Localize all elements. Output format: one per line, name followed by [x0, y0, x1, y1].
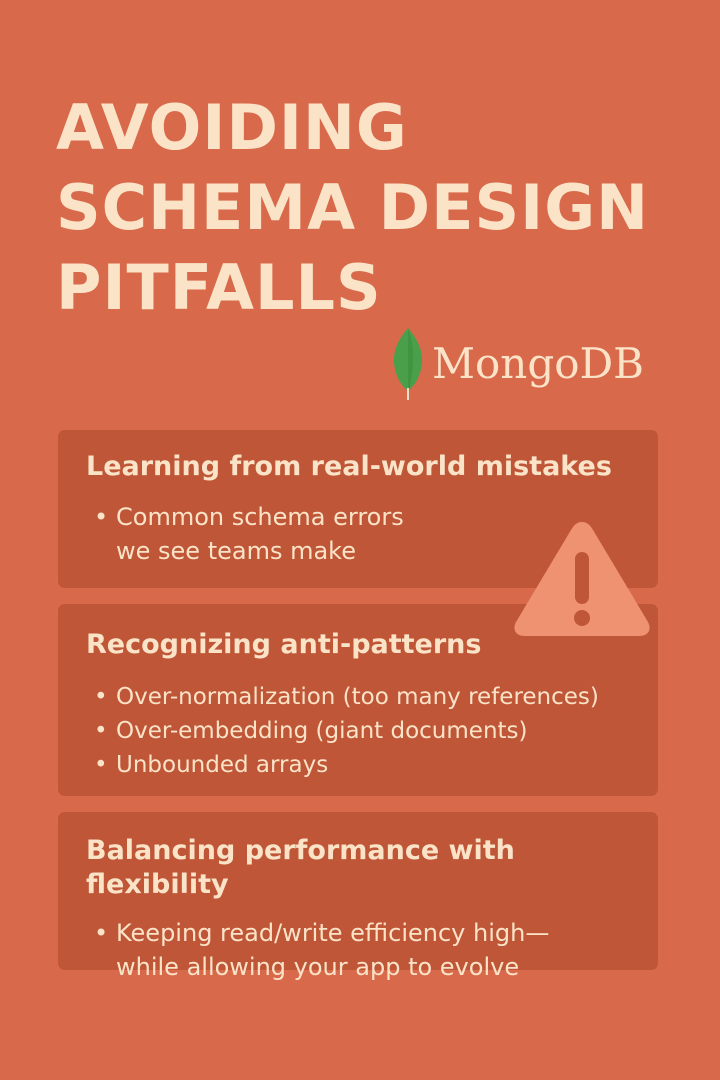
title-line-1: AVOIDING	[56, 91, 408, 164]
section-heading: Balancing performance with flexibility	[86, 835, 515, 900]
bullet-list: Over-normalization (too many references)…	[86, 680, 658, 782]
bullet-list: Keeping read/write efficiency high—while…	[86, 916, 658, 984]
bullet-item: Keeping read/write efficiency high—while…	[86, 916, 596, 984]
section-performance-flexibility: Balancing performance with flexibility K…	[58, 812, 658, 981]
mongodb-leaf-icon	[393, 328, 423, 400]
warning-triangle-icon	[514, 522, 650, 636]
bullet-item: Over-normalization (too many references)	[86, 680, 658, 714]
page-title: AVOIDING SCHEMA DESIGN PITFALLS	[56, 88, 696, 328]
bullet-item: Common schema errors we see teams make	[86, 500, 436, 568]
title-line-3: PITFALLS	[56, 251, 382, 324]
brand-name: MongoDB	[432, 339, 645, 388]
title-line-2: SCHEMA DESIGN	[56, 171, 649, 244]
bullet-item: Over-embedding (giant documents)	[86, 714, 658, 748]
bullet-item: Unbounded arrays	[86, 748, 658, 782]
mongodb-logo: MongoDB	[388, 326, 644, 402]
section-heading: Learning from real-world mistakes	[86, 451, 612, 482]
